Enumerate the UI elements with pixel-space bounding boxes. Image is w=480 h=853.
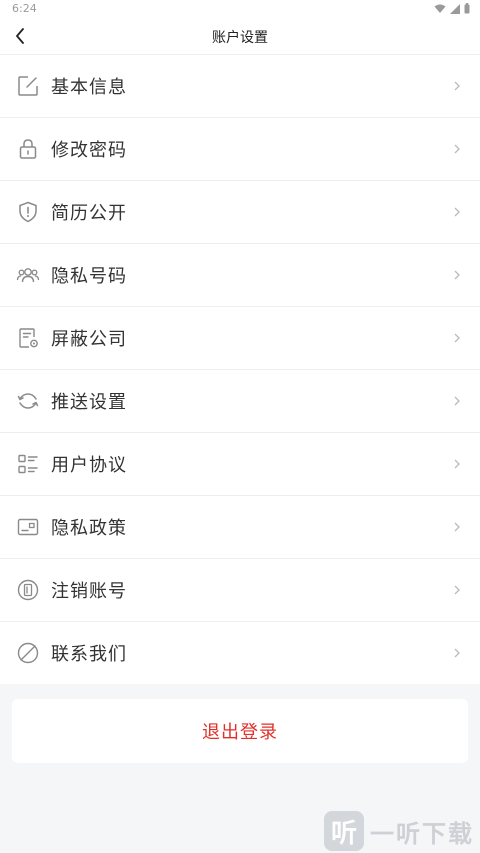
chevron-right-icon (454, 207, 460, 217)
signal-icon (450, 3, 460, 14)
leaf-icon (16, 641, 40, 665)
menu-item-label: 隐私政策 (51, 518, 127, 539)
chevron-right-icon (454, 585, 460, 595)
menu-item-label: 修改密码 (51, 140, 127, 161)
battery-icon (464, 3, 470, 14)
menu-item-contact-us[interactable]: 联系我们 (0, 621, 480, 684)
menu-item-label: 隐私号码 (51, 266, 127, 287)
status-icons (434, 3, 470, 14)
phone-circle-icon (16, 578, 40, 602)
wifi-icon (434, 4, 446, 13)
nav-bar: 账户设置 (0, 18, 480, 54)
document-gear-icon (16, 326, 40, 350)
chevron-right-icon (454, 648, 460, 658)
menu-item-label: 联系我们 (51, 644, 127, 665)
watermark: 听 一听下载 (324, 811, 474, 851)
list-icon (16, 452, 40, 476)
menu-item-resume-public[interactable]: 简历公开 (0, 180, 480, 243)
menu-item-change-password[interactable]: 修改密码 (0, 117, 480, 180)
logout-button[interactable]: 退出登录 (12, 699, 468, 763)
menu-item-label: 简历公开 (51, 203, 127, 224)
status-bar: 6:24 (0, 0, 480, 18)
sync-icon (16, 389, 40, 413)
watermark-text: 一听下载 (370, 819, 474, 848)
edit-icon (16, 74, 40, 98)
menu-item-label: 屏蔽公司 (51, 329, 127, 350)
chevron-right-icon (454, 333, 460, 343)
page-title: 账户设置 (212, 30, 268, 46)
chevron-right-icon (454, 459, 460, 469)
menu-item-push-settings[interactable]: 推送设置 (0, 369, 480, 432)
lock-icon (16, 137, 40, 161)
menu-item-basic-info[interactable]: 基本信息 (0, 54, 480, 117)
chevron-right-icon (454, 270, 460, 280)
shield-icon (16, 200, 40, 224)
status-time: 6:24 (12, 2, 37, 15)
chevron-right-icon (454, 144, 460, 154)
users-icon (16, 263, 40, 287)
menu-item-block-company[interactable]: 屏蔽公司 (0, 306, 480, 369)
menu-item-label: 注销账号 (51, 581, 127, 602)
menu-item-private-number[interactable]: 隐私号码 (0, 243, 480, 306)
watermark-logo: 听 (324, 811, 364, 851)
menu-list: 基本信息 修改密码 简历公开 隐私号码 屏蔽公司 推送设置 用户协议 隐私政策 … (0, 54, 480, 684)
menu-item-cancel-account[interactable]: 注销账号 (0, 558, 480, 621)
menu-item-privacy-policy[interactable]: 隐私政策 (0, 495, 480, 558)
menu-item-label: 推送设置 (51, 392, 127, 413)
menu-item-label: 用户协议 (51, 455, 127, 476)
chevron-right-icon (454, 522, 460, 532)
chevron-right-icon (454, 81, 460, 91)
logout-section: 退出登录 (0, 684, 480, 778)
menu-item-user-agreement[interactable]: 用户协议 (0, 432, 480, 495)
chevron-right-icon (454, 396, 460, 406)
card-icon (16, 515, 40, 539)
menu-item-label: 基本信息 (51, 77, 127, 98)
